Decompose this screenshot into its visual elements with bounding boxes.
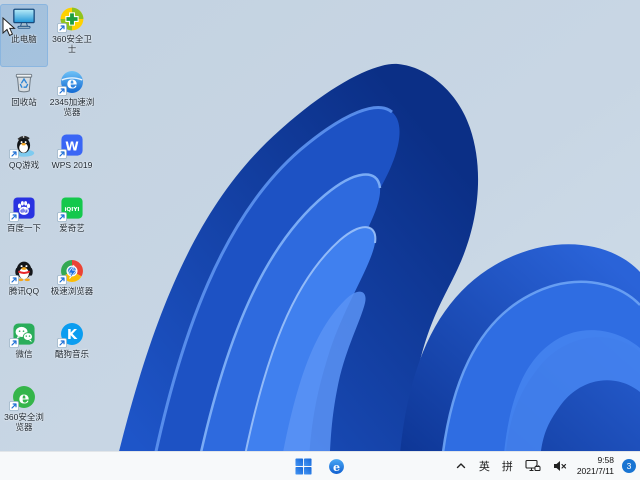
shortcut-arrow-icon: [9, 149, 19, 159]
desktop-icon-kugou[interactable]: K 酷狗音乐: [48, 319, 96, 382]
desktop-icon-tencent-qq[interactable]: 腾讯QQ: [0, 256, 48, 319]
shortcut-arrow-icon: [57, 275, 67, 285]
shortcut-arrow-icon: [57, 23, 67, 33]
taskbar-center: e: [293, 456, 347, 477]
svg-text:K: K: [67, 328, 78, 343]
shortcut-arrow-icon: [57, 212, 67, 222]
desktop-icon-label: 百度一下: [6, 223, 41, 233]
clock-time: 9:58: [597, 454, 614, 465]
tencent-qq-icon: [9, 258, 37, 285]
desktop-icon-label: 极速浏览器: [50, 286, 94, 296]
speed-browser-icon: [57, 258, 85, 285]
network-icon[interactable]: [523, 457, 543, 475]
desktop-icon-label: 360安全卫士: [52, 34, 92, 55]
svg-text:du: du: [20, 209, 28, 215]
desktop-icon-360-safe[interactable]: 360安全卫士: [48, 4, 96, 67]
desktop: 此电脑 回收站 QQ游戏 du 百度一下 腾讯QQ 微信 e 360安全浏览器 …: [0, 0, 640, 480]
desktop-icon-label: 回收站: [11, 97, 37, 107]
start-button[interactable]: [293, 456, 314, 477]
wechat-icon: [9, 321, 37, 348]
recycle-bin-icon: [11, 69, 37, 95]
360-browser-icon: e: [9, 384, 37, 411]
desktop-icon-baidu[interactable]: du 百度一下: [0, 193, 48, 256]
360-safe-icon: [57, 6, 85, 33]
browser-e-taskbar-button[interactable]: e: [326, 456, 347, 477]
desktop-icon-wechat[interactable]: 微信: [0, 319, 48, 382]
qq-games-icon: [9, 132, 37, 159]
shortcut-arrow-icon: [57, 338, 67, 348]
desktop-icon-qq-games[interactable]: QQ游戏: [0, 130, 48, 193]
baidu-icon: du: [9, 195, 37, 222]
desktop-icon-label: 360安全浏览器: [4, 412, 44, 433]
notification-badge[interactable]: 3: [622, 459, 636, 473]
desktop-icon-label: QQ游戏: [8, 160, 40, 170]
desktop-icon-label: 酷狗音乐: [54, 349, 89, 359]
shortcut-arrow-icon: [9, 401, 19, 411]
wps-2019-icon: W: [57, 132, 85, 159]
desktop-icon-label: 微信: [15, 349, 33, 359]
windows-logo-icon: [295, 457, 312, 475]
desktop-icon-grid: 此电脑 回收站 QQ游戏 du 百度一下 腾讯QQ 微信 e 360安全浏览器 …: [0, 4, 96, 445]
tray-chevron-up-icon[interactable]: [453, 458, 469, 474]
desktop-icon-label: 2345加速浏览器: [49, 97, 95, 118]
shortcut-arrow-icon: [9, 275, 19, 285]
svg-text:e: e: [333, 460, 340, 473]
system-tray: 英 拼 9:58 2021/7/11 3: [453, 452, 636, 480]
desktop-icon-label: 爱奇艺: [59, 223, 85, 233]
volume-muted-icon[interactable]: [551, 458, 569, 474]
mouse-cursor-icon: [2, 17, 16, 37]
svg-text:W: W: [65, 139, 79, 153]
shortcut-arrow-icon: [9, 212, 19, 222]
ime-language-indicator[interactable]: 英: [477, 457, 492, 475]
clock-date: 2021/7/11: [576, 466, 614, 476]
shortcut-arrow-icon: [57, 86, 67, 96]
ime-mode-indicator[interactable]: 拼: [500, 457, 515, 475]
desktop-icon-speed-browser[interactable]: 极速浏览器: [48, 256, 96, 319]
desktop-icon-label: 腾讯QQ: [8, 286, 40, 296]
2345-browser-icon: e: [57, 69, 85, 96]
browser-e-icon: e: [329, 458, 344, 474]
kugou-icon: K: [57, 321, 85, 348]
shortcut-arrow-icon: [57, 149, 67, 159]
desktop-icon-iqiyi[interactable]: iQIYI 爱奇艺: [48, 193, 96, 256]
iqiyi-icon: iQIYI: [57, 195, 85, 222]
desktop-icon-360-browser[interactable]: e 360安全浏览器: [0, 382, 48, 445]
desktop-icon-wps-2019[interactable]: W WPS 2019: [48, 130, 96, 193]
desktop-icon-label: WPS 2019: [51, 160, 93, 170]
taskbar-clock[interactable]: 9:58 2021/7/11: [577, 455, 614, 477]
desktop-icon-2345-browser[interactable]: e 2345加速浏览器: [48, 67, 96, 130]
svg-text:e: e: [67, 74, 78, 94]
taskbar: e 英 拼 9:58 2021/7/11 3: [0, 451, 640, 480]
shortcut-arrow-icon: [9, 338, 19, 348]
svg-text:e: e: [19, 389, 30, 409]
wallpaper-windows11-bloom: [0, 0, 640, 480]
desktop-icon-recycle-bin[interactable]: 回收站: [0, 67, 48, 130]
